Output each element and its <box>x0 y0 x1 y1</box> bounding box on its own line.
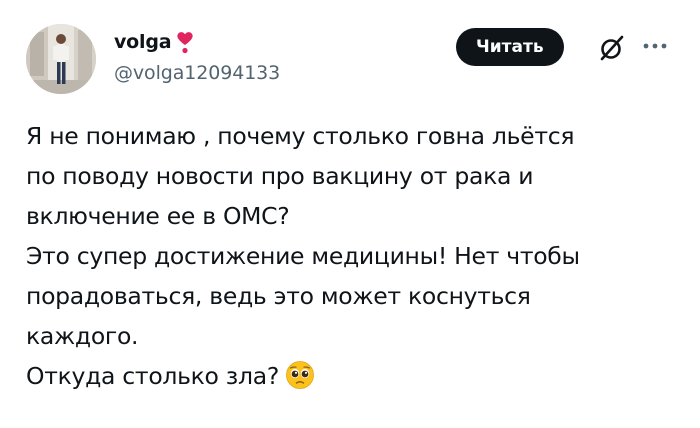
tweet-line: Откуда столько зла? <box>26 362 279 390</box>
avatar[interactable] <box>26 24 96 94</box>
tweet-card: volga @volga12094133 Читать Я не понимаю… <box>0 0 700 428</box>
follow-button[interactable]: Читать <box>456 28 564 66</box>
author-handle[interactable]: @volga12094133 <box>114 62 280 84</box>
tweet-line: каждого. <box>26 322 139 350</box>
avatar-photo <box>26 24 96 94</box>
display-name[interactable]: volga <box>114 31 172 53</box>
author-names: volga @volga12094133 <box>114 28 280 84</box>
pleading-face-emoji-icon <box>286 361 314 389</box>
more-icon[interactable] <box>640 36 670 56</box>
tweet-last-line: Откуда столько зла? <box>26 356 676 396</box>
tweet-line: по поводу новости про вакцину от рака и <box>26 162 534 190</box>
tweet-text: Я не понимаю , почему столько говна льёт… <box>26 116 676 396</box>
grok-icon[interactable] <box>598 34 626 62</box>
tweet-line: Это супер достижение медицины! Нет чтобы <box>26 242 580 270</box>
red-heart-exclamation-icon <box>177 32 194 54</box>
tweet-header: volga @volga12094133 Читать <box>26 22 676 98</box>
tweet-line: порадоваться, ведь это может коснуться <box>26 282 531 310</box>
tweet-line: включение ее в ОМС? <box>26 202 290 230</box>
display-name-row: volga <box>114 28 280 56</box>
tweet-line: Я не понимаю , почему столько говна льёт… <box>26 122 575 150</box>
